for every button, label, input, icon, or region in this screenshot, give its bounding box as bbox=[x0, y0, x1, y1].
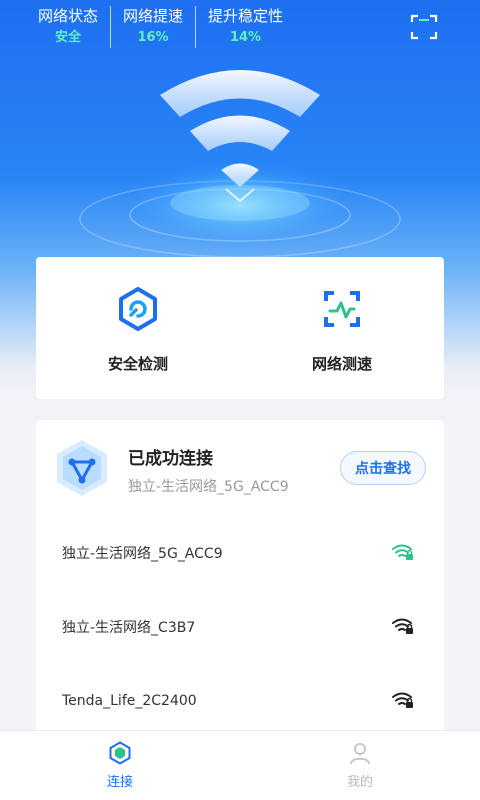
tab-label: 连接 bbox=[106, 775, 133, 790]
network-status-bar: 网络状态 安全 网络提速 16% 提升稳定性 14% bbox=[34, 6, 295, 48]
tab-label: 我的 bbox=[346, 775, 373, 790]
stat-label: 网络提速 bbox=[123, 7, 184, 25]
tab-connect[interactable]: 连接 bbox=[0, 731, 240, 800]
security-check-icon bbox=[119, 287, 157, 331]
wifi-name: 独立-生活网络_C3B7 bbox=[62, 620, 196, 636]
user-icon bbox=[350, 743, 370, 765]
connected-logo-icon bbox=[57, 440, 107, 496]
find-button[interactable]: 点击查找 bbox=[340, 451, 426, 485]
wifi-item[interactable]: 独立-生活网络_C3B7 bbox=[36, 590, 444, 664]
tab-mine[interactable]: 我的 bbox=[240, 731, 480, 800]
stat-value: 16% bbox=[137, 30, 169, 45]
speed-test-icon bbox=[324, 291, 360, 327]
connection-status: 已成功连接 独立-生活网络_5G_ACC9 点击查找 bbox=[36, 420, 444, 516]
speed-test-label: 网络测速 bbox=[311, 355, 372, 373]
stat-stability: 提升稳定性 14% bbox=[195, 6, 295, 48]
wifi-locked-icon bbox=[392, 618, 413, 634]
wifi-list: 独立-生活网络_5G_ACC9 独立-生活网络_C3B7 Tenda_Life_… bbox=[36, 516, 444, 738]
connected-ssid: 独立-生活网络_5G_ACC9 bbox=[128, 479, 289, 495]
scan-frame-icon[interactable] bbox=[410, 14, 438, 40]
stat-network-status: 网络状态 安全 bbox=[34, 6, 110, 48]
bottom-tab-bar: 连接 我的 bbox=[0, 730, 480, 800]
stat-label: 提升稳定性 bbox=[208, 7, 284, 25]
connection-title: 已成功连接 bbox=[128, 449, 213, 469]
speed-test-button[interactable]: 网络测速 bbox=[240, 257, 444, 399]
connect-tab-icon bbox=[109, 741, 131, 765]
wifi-name: 独立-生活网络_5G_ACC9 bbox=[62, 546, 223, 562]
stat-network-boost: 网络提速 16% bbox=[110, 6, 195, 48]
wifi-card: 已成功连接 独立-生活网络_5G_ACC9 点击查找 独立-生活网络_5G_AC… bbox=[36, 420, 444, 740]
stat-value: 14% bbox=[229, 30, 262, 45]
security-check-label: 安全检测 bbox=[107, 355, 168, 373]
wifi-item[interactable]: 独立-生活网络_5G_ACC9 bbox=[36, 516, 444, 590]
security-check-button[interactable]: 安全检测 bbox=[36, 257, 240, 399]
wifi-item[interactable]: Tenda_Life_2C2400 bbox=[36, 664, 444, 738]
wifi-locked-icon bbox=[392, 692, 413, 708]
stat-label: 网络状态 bbox=[38, 7, 99, 25]
wifi-illustration bbox=[79, 70, 401, 258]
stat-value: 安全 bbox=[55, 30, 82, 45]
wifi-locked-icon bbox=[392, 544, 413, 560]
tools-card: 安全检测 网络测速 bbox=[36, 257, 444, 399]
wifi-name: Tenda_Life_2C2400 bbox=[62, 693, 197, 709]
